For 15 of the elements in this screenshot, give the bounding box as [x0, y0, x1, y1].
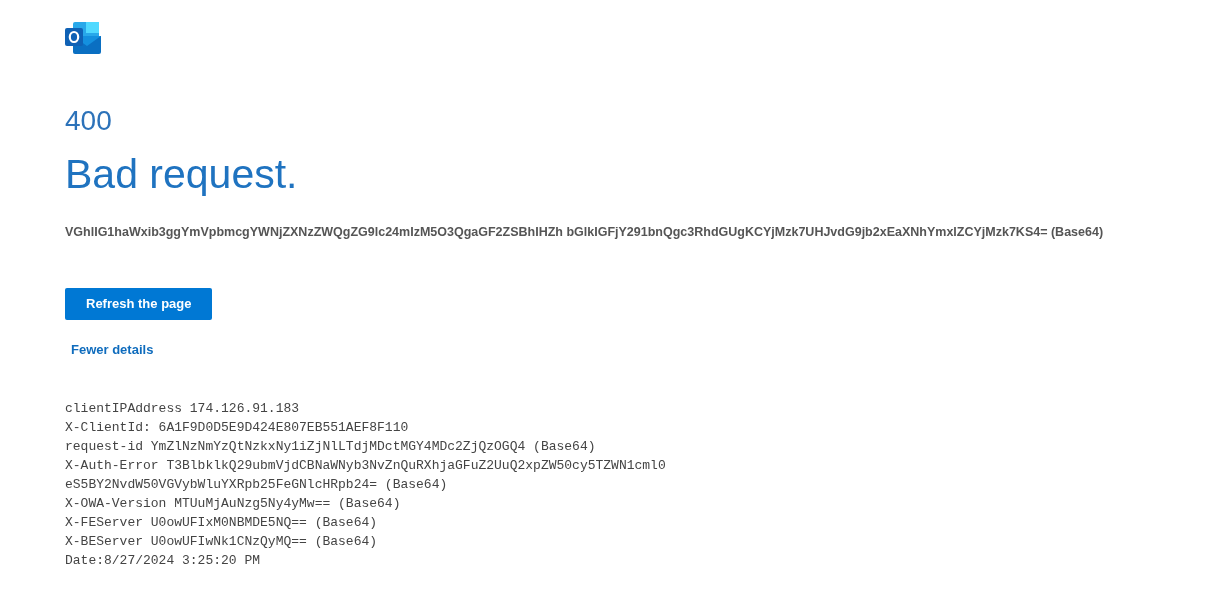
- detail-line: eS5BY2NvdW50VGVybWluYXRpb25FeGNlcHRpb24= (Base64): [65, 475, 449, 494]
- detail-line: X-FEServer U0owUFIxM0NBMDE5NQ== (Base64): [65, 513, 379, 532]
- detail-line: clientIPAddress 174.126.91.183: [65, 399, 301, 418]
- detail-line: request-id YmZlNzNmYzQtNzkxNy1iZjNlLTdjMDctMGY4MDc2ZjQzOGQ4 (Base64): [65, 437, 597, 456]
- error-code: 400: [65, 104, 113, 138]
- detail-line: Date:8/27/2024 3:25:20 PM: [65, 551, 262, 570]
- mail-app-logo-icon: [65, 22, 101, 54]
- detail-line: X-OWA-Version MTUuMjAuNzg5Ny4yMw== (Base64): [65, 494, 402, 513]
- details-link[interactable]: Fewer details: [71, 339, 154, 360]
- detail-line: X-Auth-Error T3BlbklkQ29ubmVjdCBNaWNyb3NvZnQuRXhjaGFuZ2UuQ2xpZW50cy5TZWN1cml0: [65, 456, 667, 475]
- detail-line: X-ClientId: 6A1F9D0D5E9D424E807EB551AEF8F110: [65, 418, 410, 437]
- refresh-button[interactable]: Refresh the page: [65, 287, 213, 320]
- detail-line: X-BEServer U0owUFIwNk1CNzQyMQ== (Base64): [65, 532, 379, 551]
- error-title: Bad request.: [65, 149, 299, 199]
- error-message: VGhlIG1haWxib3ggYmVpbmcgYWNjZXNzZWQgZG9lc24mIzM5O3QgaGF2ZSBhIHZh bGlkIGFjY291bnQgc3RhdGUgKCYjMzk7UHJvdG9jb2xEaXNhYmxlZCYjMzk7KS4= (Base64): [65, 223, 1105, 241]
